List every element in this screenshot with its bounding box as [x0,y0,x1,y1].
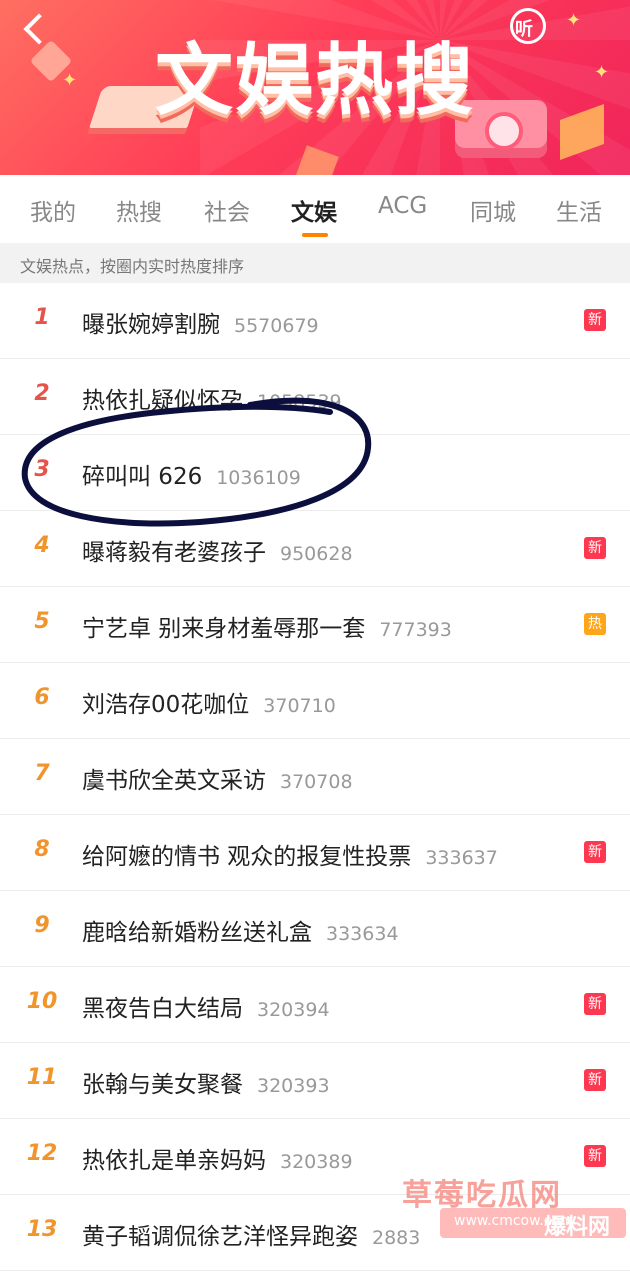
topic-title: 曝蒋毅有老婆孩子 950628 [82,533,353,567]
heat-count: 2883 [372,1227,421,1249]
list-item[interactable]: 6 刘浩存00花咖位 370710 [0,663,630,739]
heat-count: 370708 [280,771,353,793]
list-item[interactable]: 2 热依扎疑似怀孕 1058539 [0,359,630,435]
new-badge: 新 [584,993,606,1015]
heat-count: 950628 [280,543,353,565]
rank-number: 12 [26,1141,58,1166]
topic-title: 黄子韬调侃徐艺洋怪异跑姿 2883 [82,1217,420,1251]
new-badge: 新 [584,1145,606,1167]
hot-badge: 热 [584,613,606,635]
section-description-text: 文娱热点，按圈内实时热度排序 [20,257,245,276]
topic-title: 给阿嬷的情书 观众的报复性投票 333637 [82,837,498,871]
back-button[interactable] [14,8,54,48]
list-item[interactable]: 1 曝张婉婷割腕 5570679 新 [0,283,630,359]
tab-entertainment[interactable]: 文娱 [291,193,337,227]
rank-number: 10 [26,989,58,1014]
topic-text: 给阿嬷的情书 观众的报复性投票 [82,844,412,870]
list-item[interactable]: 7 虞书欣全英文采访 370708 [0,739,630,815]
topic-title: 曝张婉婷割腕 5570679 [82,305,319,339]
topic-text: 黑夜告白大结局 [82,996,243,1022]
topic-title: 黑夜告白大结局 320394 [82,989,330,1023]
heat-count: 1058539 [257,391,342,413]
topic-text: 热依扎疑似怀孕 [82,388,243,414]
rank-number: 4 [34,533,50,558]
tab-society[interactable]: 社会 [204,193,250,227]
rank-number: 8 [34,837,50,862]
heat-count: 333637 [425,847,498,869]
topic-text: 曝蒋毅有老婆孩子 [82,540,266,566]
rank-number: 2 [34,381,50,406]
tab-local[interactable]: 同城 [470,193,516,227]
topic-title: 热依扎是单亲妈妈 320389 [82,1141,353,1175]
list-item[interactable]: 5 宁艺卓 别来身材羞辱那一套 777393 热 [0,587,630,663]
topic-text: 张翰与美女聚餐 [82,1072,243,1098]
topic-title: 热依扎疑似怀孕 1058539 [82,381,342,415]
watermark-bar: www.cmcow.com 爆料网 [440,1208,626,1240]
listen-label: 听 [515,19,533,40]
topic-title: 虞书欣全英文采访 370708 [82,761,353,795]
rank-number: 11 [26,1065,58,1090]
heat-count: 320389 [280,1151,353,1173]
rank-number: 6 [34,685,50,710]
listen-button[interactable]: 听 [508,6,552,50]
heat-count: 5570679 [234,315,319,337]
topic-text: 黄子韬调侃徐艺洋怪异跑姿 [82,1224,358,1250]
rank-number: 9 [34,913,50,938]
list-item[interactable]: 4 曝蒋毅有老婆孩子 950628 新 [0,511,630,587]
new-badge: 新 [584,841,606,863]
rank-number: 5 [34,609,50,634]
heat-count: 1036109 [216,467,301,489]
watermark-text-secondary: 爆料网 [544,1215,611,1240]
heat-count: 777393 [379,619,452,641]
rank-number: 1 [34,305,50,330]
topic-title: 宁艺卓 别来身材羞辱那一套 777393 [82,609,452,643]
topic-text: 鹿晗给新婚粉丝送礼盒 [82,920,312,946]
new-badge: 新 [584,537,606,559]
heat-count: 333634 [326,923,399,945]
list-item[interactable]: 9 鹿晗给新婚粉丝送礼盒 333634 [0,891,630,967]
topic-title: 张翰与美女聚餐 320393 [82,1065,330,1099]
topic-text: 宁艺卓 别来身材羞辱那一套 [82,616,366,642]
header-banner: ✦ ✦ ✦ 文娱热搜 听 [0,0,630,175]
section-description: 文娱热点，按圈内实时热度排序 [0,243,630,283]
topic-text: 热依扎是单亲妈妈 [82,1148,266,1174]
category-tabs: 我的 热搜 社会 文娱 ACG 同城 生活 [0,175,630,243]
tab-mine[interactable]: 我的 [30,193,76,227]
heat-count: 320394 [257,999,330,1021]
new-badge: 新 [584,1069,606,1091]
heat-count: 370710 [263,695,336,717]
new-badge: 新 [584,309,606,331]
list-item[interactable]: 11 张翰与美女聚餐 320393 新 [0,1043,630,1119]
list-item[interactable]: 10 黑夜告白大结局 320394 新 [0,967,630,1043]
topic-title: 碎叫叫 626 1036109 [82,457,301,491]
active-tab-indicator [302,233,328,237]
rank-number: 3 [34,457,50,482]
list-item[interactable]: 3 碎叫叫 626 1036109 [0,435,630,511]
topic-text: 刘浩存00花咖位 [82,692,250,718]
topic-text: 虞书欣全英文采访 [82,768,266,794]
heat-count: 320393 [257,1075,330,1097]
tab-hot[interactable]: 热搜 [116,193,162,227]
list-item[interactable]: 8 给阿嬷的情书 观众的报复性投票 333637 新 [0,815,630,891]
tab-life[interactable]: 生活 [556,193,602,227]
rank-number: 13 [26,1217,58,1242]
topic-title: 刘浩存00花咖位 370710 [82,685,336,719]
tab-acg[interactable]: ACG [378,193,427,219]
topic-title: 鹿晗给新婚粉丝送礼盒 333634 [82,913,399,947]
topic-text: 曝张婉婷割腕 [82,312,220,338]
topic-text: 碎叫叫 626 [82,464,203,490]
rank-number: 7 [34,761,50,786]
